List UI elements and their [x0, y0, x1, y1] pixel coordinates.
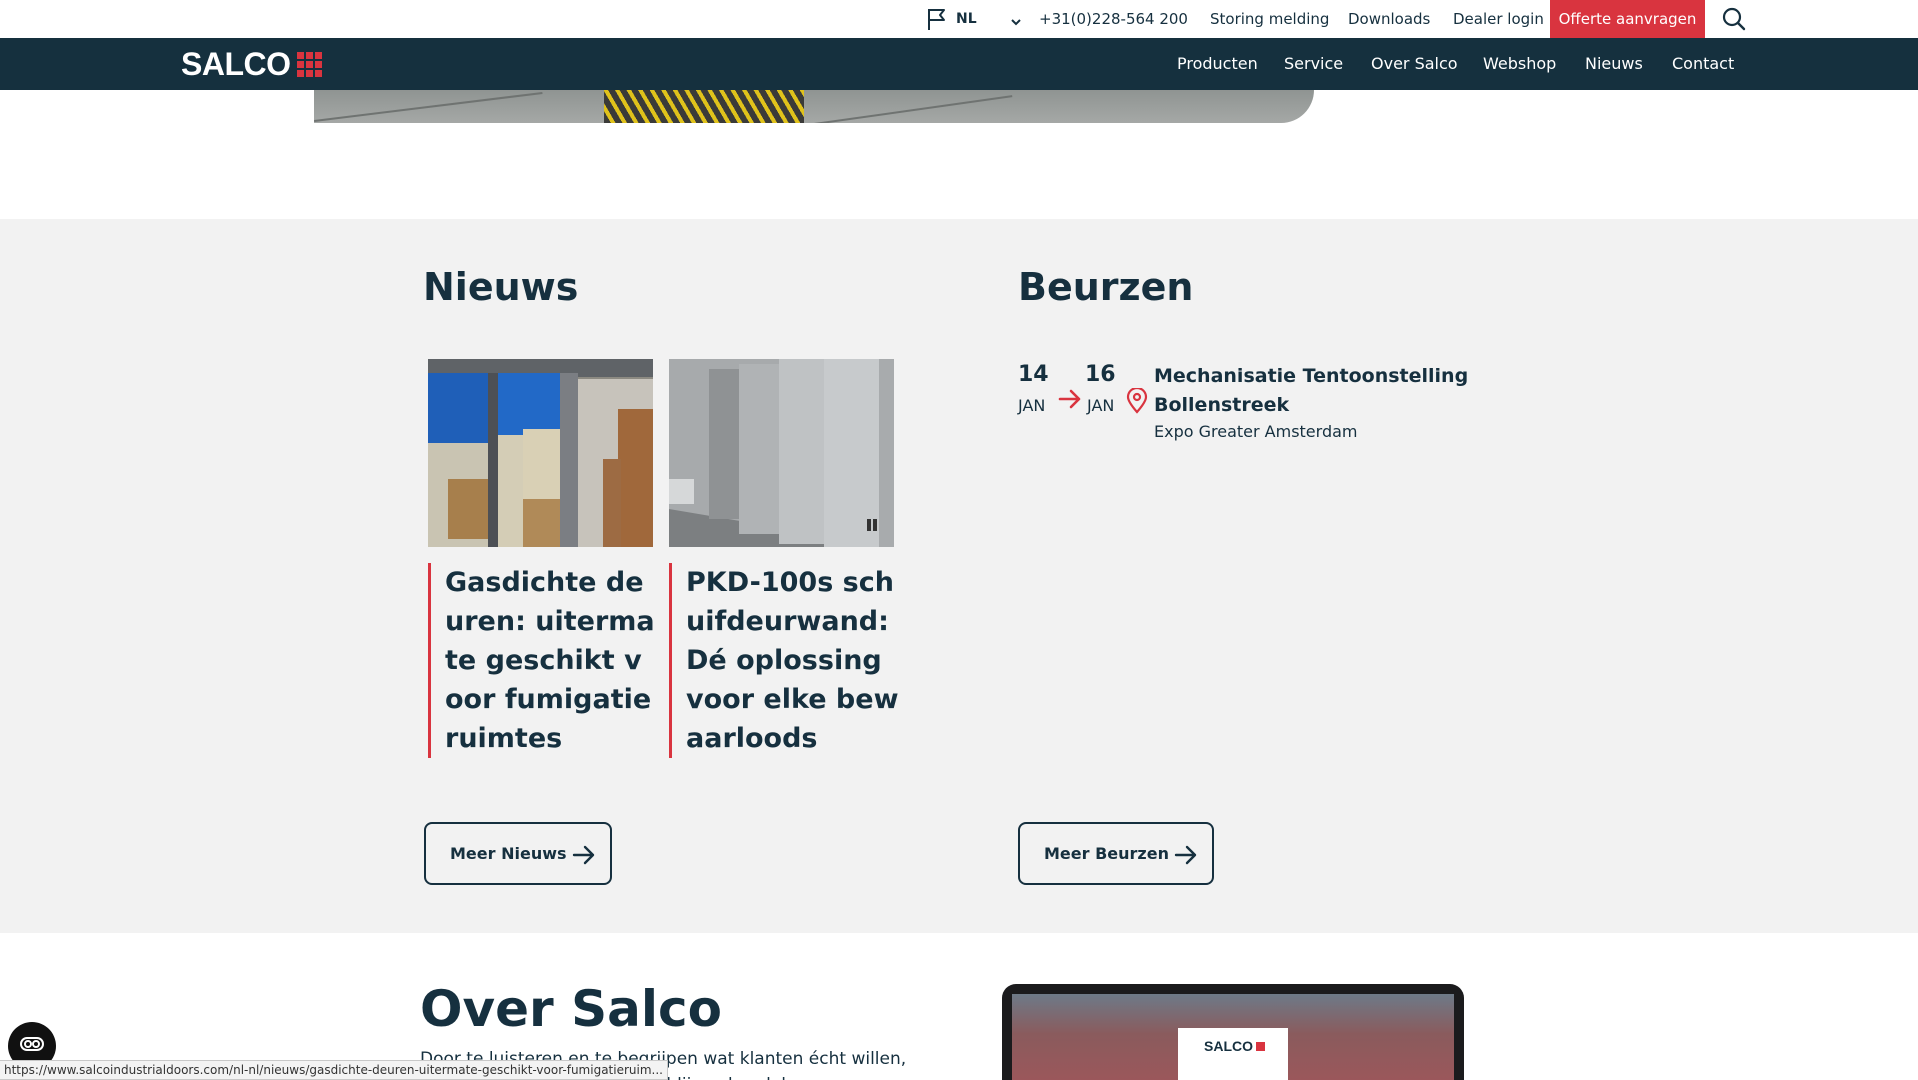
- salco-logo[interactable]: SALCO: [181, 48, 322, 80]
- news-image-pkd-100s[interactable]: [669, 359, 894, 547]
- laptop-logo-text: SALCO: [1204, 1038, 1253, 1054]
- more-news-label: Meer Nieuws: [450, 844, 567, 863]
- nav-over-salco[interactable]: Over Salco: [1371, 38, 1458, 90]
- cookie-icon: [19, 1036, 45, 1056]
- event-location: Expo Greater Amsterdam: [1154, 422, 1358, 441]
- hero-floor-marking: [604, 90, 804, 123]
- laptop-screen-logo: SALCO: [1204, 1038, 1265, 1054]
- hero-floor-seam: [314, 91, 543, 122]
- event-start-day: 14: [1018, 362, 1049, 387]
- language-selector[interactable]: NL: [926, 0, 1021, 38]
- news-and-fairs-section: [0, 219, 1918, 933]
- news-title-gas-tight-doors[interactable]: Gasdichte deuren: uitermate geschikt voo…: [428, 563, 660, 758]
- language-code: NL: [956, 11, 977, 27]
- flag-icon: [926, 7, 948, 31]
- quote-request-button[interactable]: Offerte aanvragen: [1550, 0, 1705, 38]
- downloads-link[interactable]: Downloads: [1348, 0, 1430, 38]
- nav-contact[interactable]: Contact: [1672, 38, 1734, 90]
- more-fairs-button[interactable]: Meer Beurzen: [1018, 822, 1214, 885]
- nav-producten[interactable]: Producten: [1177, 38, 1258, 90]
- arrow-right-icon: [1058, 388, 1082, 414]
- more-fairs-label: Meer Beurzen: [1044, 844, 1169, 863]
- chevron-down-icon: [1010, 13, 1022, 32]
- hero-image: [314, 90, 1314, 123]
- laptop-screen: SALCO: [1012, 994, 1454, 1080]
- nav-webshop[interactable]: Webshop: [1483, 38, 1556, 90]
- more-news-button[interactable]: Meer Nieuws: [424, 822, 612, 885]
- logo-grid-icon: [1256, 1041, 1265, 1051]
- phone-link[interactable]: +31(0)228-564 200: [1039, 0, 1188, 38]
- nav-nieuws[interactable]: Nieuws: [1585, 38, 1643, 90]
- hero-floor-seam: [814, 95, 1013, 123]
- nav-service[interactable]: Service: [1284, 38, 1343, 90]
- event-end-day: 16: [1085, 362, 1116, 387]
- laptop-image: SALCO: [1002, 984, 1464, 1080]
- news-image-gas-tight-doors[interactable]: [428, 359, 653, 547]
- dealer-login-link[interactable]: Dealer login: [1453, 0, 1544, 38]
- arrow-right-icon: [572, 843, 596, 871]
- logo-wordmark: SALCO: [181, 46, 291, 82]
- storing-melding-link[interactable]: Storing melding: [1210, 0, 1329, 38]
- arrow-right-icon: [1174, 843, 1198, 871]
- event-title: Mechanisatie Tentoonstelling Bollenstree…: [1154, 365, 1469, 416]
- search-icon[interactable]: [1722, 7, 1746, 31]
- status-bar-url: https://www.salcoindustrialdoors.com/nl-…: [0, 1060, 668, 1080]
- fairs-heading: Beurzen: [1018, 265, 1194, 309]
- event-end-month: JAN: [1087, 396, 1115, 415]
- event-start-month: JAN: [1018, 396, 1046, 415]
- top-utility-bar: NL +31(0)228-564 200 Storing melding Dow…: [0, 0, 1918, 38]
- news-title-pkd-100s[interactable]: PKD-100s schuifdeurwand: Dé oplossing vo…: [669, 563, 901, 758]
- main-navigation: SALCO Producten Service Over Salco Websh…: [0, 38, 1918, 90]
- news-heading: Nieuws: [423, 265, 579, 309]
- about-heading: Over Salco: [420, 980, 722, 1038]
- location-pin-icon: [1126, 386, 1148, 418]
- laptop-screen-card: SALCO: [1178, 1028, 1288, 1080]
- logo-grid-icon: [296, 51, 322, 77]
